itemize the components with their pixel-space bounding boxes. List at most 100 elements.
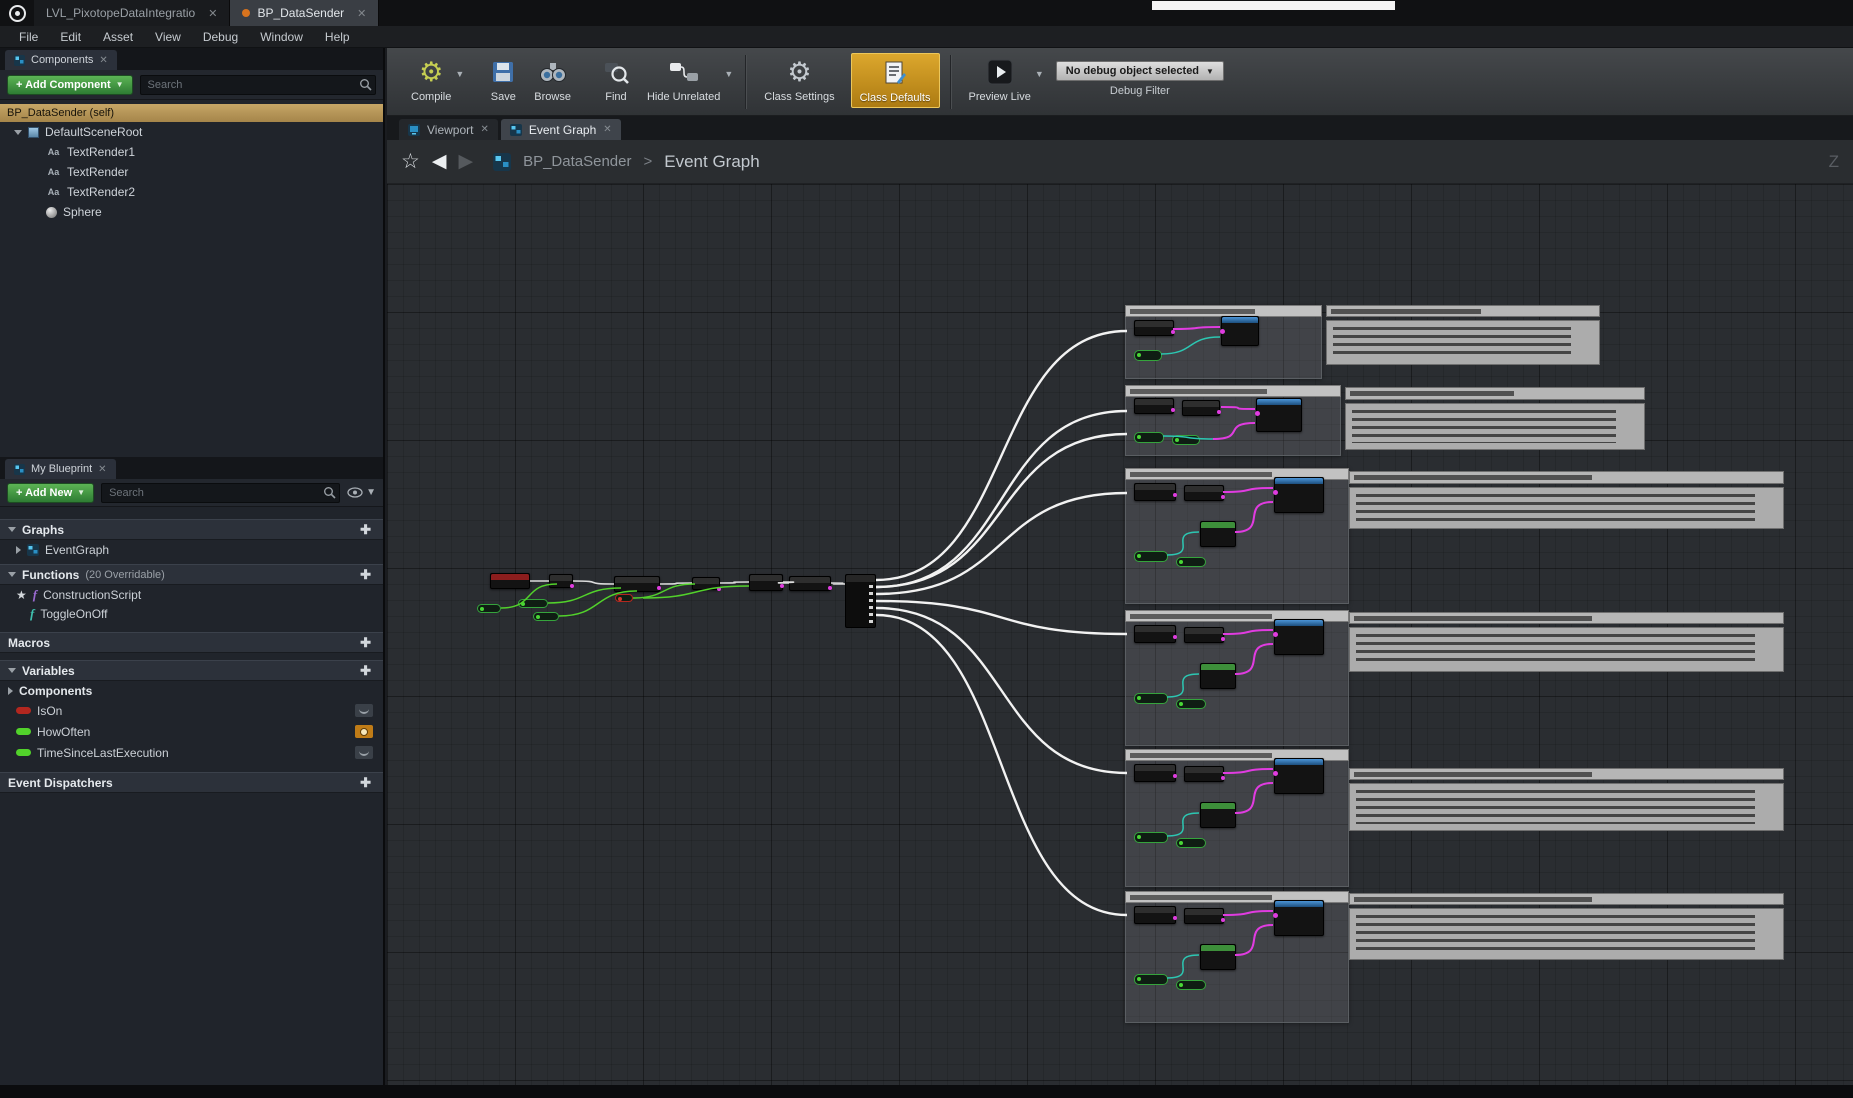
comment-title-block[interactable]: [1349, 768, 1784, 780]
add-new-button[interactable]: + Add New ▼: [7, 483, 94, 503]
variable-get-pill-node[interactable]: [1176, 838, 1206, 848]
variable-get-pill-node[interactable]: [1134, 693, 1168, 704]
close-icon[interactable]: ✕: [208, 7, 217, 20]
comment-text-block[interactable]: [1345, 403, 1645, 450]
blueprint-node[interactable]: [1274, 477, 1324, 513]
tab-event-graph[interactable]: Event Graph ✕: [501, 119, 621, 140]
comment-title-block[interactable]: [1349, 471, 1784, 484]
blueprint-node[interactable]: [1182, 400, 1220, 416]
my-blueprint-search-input[interactable]: [101, 483, 340, 503]
find-button[interactable]: Find: [593, 53, 639, 106]
components-search-input[interactable]: [140, 75, 376, 95]
add-function-button[interactable]: ✚: [360, 567, 371, 583]
blueprint-node[interactable]: [1200, 944, 1236, 970]
components-selected-row[interactable]: BP_DataSender (self): [0, 104, 383, 122]
blueprint-node[interactable]: [1134, 625, 1176, 643]
menu-debug[interactable]: Debug: [192, 30, 249, 44]
expander-icon[interactable]: [8, 572, 16, 577]
graph-node-cluster[interactable]: [1125, 610, 1349, 746]
add-graph-button[interactable]: ✚: [360, 522, 371, 538]
add-variable-button[interactable]: ✚: [360, 663, 371, 679]
blueprint-node[interactable]: [1184, 627, 1224, 643]
expander-icon[interactable]: [8, 668, 16, 673]
favorite-star-icon[interactable]: ☆: [401, 151, 420, 172]
comment-text-block[interactable]: [1349, 783, 1784, 831]
graphs-section-header[interactable]: Graphs ✚: [0, 519, 383, 540]
blueprint-node[interactable]: [1184, 485, 1224, 501]
variables-components-subheader[interactable]: Components: [0, 681, 383, 700]
event-dispatchers-section-header[interactable]: Event Dispatchers ✚: [0, 772, 383, 793]
blueprint-node[interactable]: [1274, 900, 1324, 936]
variable-row-howoften[interactable]: HowOften: [0, 721, 383, 742]
blueprint-node[interactable]: [1134, 764, 1176, 782]
blueprint-node[interactable]: [549, 574, 573, 588]
chevron-down-icon[interactable]: ▼: [1035, 69, 1044, 79]
comment-text-block[interactable]: [1349, 627, 1784, 672]
variable-get-pill-node[interactable]: [1176, 699, 1206, 709]
variables-section-header[interactable]: Variables ✚: [0, 660, 383, 681]
close-icon[interactable]: ✕: [357, 7, 366, 20]
blueprint-node[interactable]: [1200, 521, 1236, 547]
comment-title-block[interactable]: [1345, 387, 1645, 400]
asset-tab-level[interactable]: LVL_PixotopeDataIntegratio ✕: [34, 0, 230, 26]
breadcrumb-graph[interactable]: Event Graph: [664, 152, 759, 172]
add-macro-button[interactable]: ✚: [360, 635, 371, 651]
variable-get-pill-node[interactable]: [518, 599, 548, 608]
list-item-eventgraph[interactable]: EventGraph: [0, 540, 383, 559]
blueprint-node[interactable]: [1134, 320, 1174, 336]
close-icon[interactable]: ✕: [99, 55, 107, 66]
tree-item-defaultsceneroot[interactable]: DefaultSceneRoot: [0, 122, 383, 142]
nav-back-arrow-icon[interactable]: ◀: [432, 152, 447, 171]
variable-get-pill-node[interactable]: [1176, 557, 1206, 567]
expander-icon[interactable]: [8, 527, 16, 532]
menu-file[interactable]: File: [8, 30, 49, 44]
comment-title-block[interactable]: [1349, 612, 1784, 624]
class-settings-button[interactable]: ⚙ Class Settings: [756, 53, 842, 106]
visibility-filter-button[interactable]: ▼: [347, 487, 376, 498]
graph-node-cluster[interactable]: [1125, 749, 1349, 887]
comment-text-block[interactable]: [1326, 320, 1600, 365]
blueprint-node[interactable]: [1200, 663, 1236, 689]
variable-get-pill-node[interactable]: [477, 604, 501, 613]
variable-get-pill-node[interactable]: [1134, 350, 1162, 361]
blueprint-node[interactable]: [692, 577, 720, 590]
asset-tab-datasender[interactable]: BP_DataSender ✕: [230, 0, 379, 26]
variable-get-pill-node[interactable]: [615, 594, 633, 602]
blueprint-node[interactable]: [1134, 398, 1174, 414]
blueprint-node[interactable]: [1134, 906, 1176, 924]
graph-node-cluster[interactable]: [1125, 468, 1349, 604]
chevron-down-icon[interactable]: ▼: [724, 69, 733, 79]
blueprint-node[interactable]: [1256, 398, 1302, 432]
menu-window[interactable]: Window: [249, 30, 314, 44]
comment-text-block[interactable]: [1349, 487, 1784, 529]
visibility-eye-toggle[interactable]: [355, 725, 373, 738]
graph-node-cluster[interactable]: [1125, 385, 1341, 456]
comment-text-block[interactable]: [1349, 908, 1784, 960]
graph-node-cluster[interactable]: [1125, 891, 1349, 1023]
tree-item-sphere[interactable]: Sphere: [0, 202, 383, 222]
blueprint-node[interactable]: [1221, 316, 1259, 346]
blueprint-node[interactable]: [1134, 483, 1176, 501]
menu-asset[interactable]: Asset: [92, 30, 144, 44]
tree-item-textrender2[interactable]: Aa TextRender2: [0, 182, 383, 202]
menu-help[interactable]: Help: [314, 30, 361, 44]
blueprint-node[interactable]: [1274, 758, 1324, 794]
preview-live-button[interactable]: Preview Live: [961, 53, 1039, 106]
close-icon[interactable]: ✕: [480, 124, 488, 135]
tab-my-blueprint[interactable]: My Blueprint ✕: [5, 459, 116, 479]
compile-button[interactable]: ⚙ Compile: [403, 53, 459, 106]
add-dispatcher-button[interactable]: ✚: [360, 775, 371, 791]
list-item-constructionscript[interactable]: ★ f ConstructionScript: [0, 585, 383, 604]
tree-item-textrender1[interactable]: Aa TextRender1: [0, 142, 383, 162]
macros-section-header[interactable]: Macros ✚: [0, 632, 383, 653]
variable-get-pill-node[interactable]: [533, 612, 559, 621]
browse-button[interactable]: Browse: [526, 53, 579, 106]
blueprint-node[interactable]: [1200, 802, 1236, 828]
list-item-toggleonoff[interactable]: f ToggleOnOff: [0, 604, 383, 623]
variable-get-pill-node[interactable]: [1134, 551, 1168, 562]
menu-edit[interactable]: Edit: [49, 30, 92, 44]
class-defaults-button[interactable]: Class Defaults: [851, 53, 940, 108]
blueprint-node[interactable]: [1184, 766, 1224, 782]
variable-get-pill-node[interactable]: [1134, 432, 1164, 443]
event-graph-canvas[interactable]: [387, 184, 1853, 1085]
